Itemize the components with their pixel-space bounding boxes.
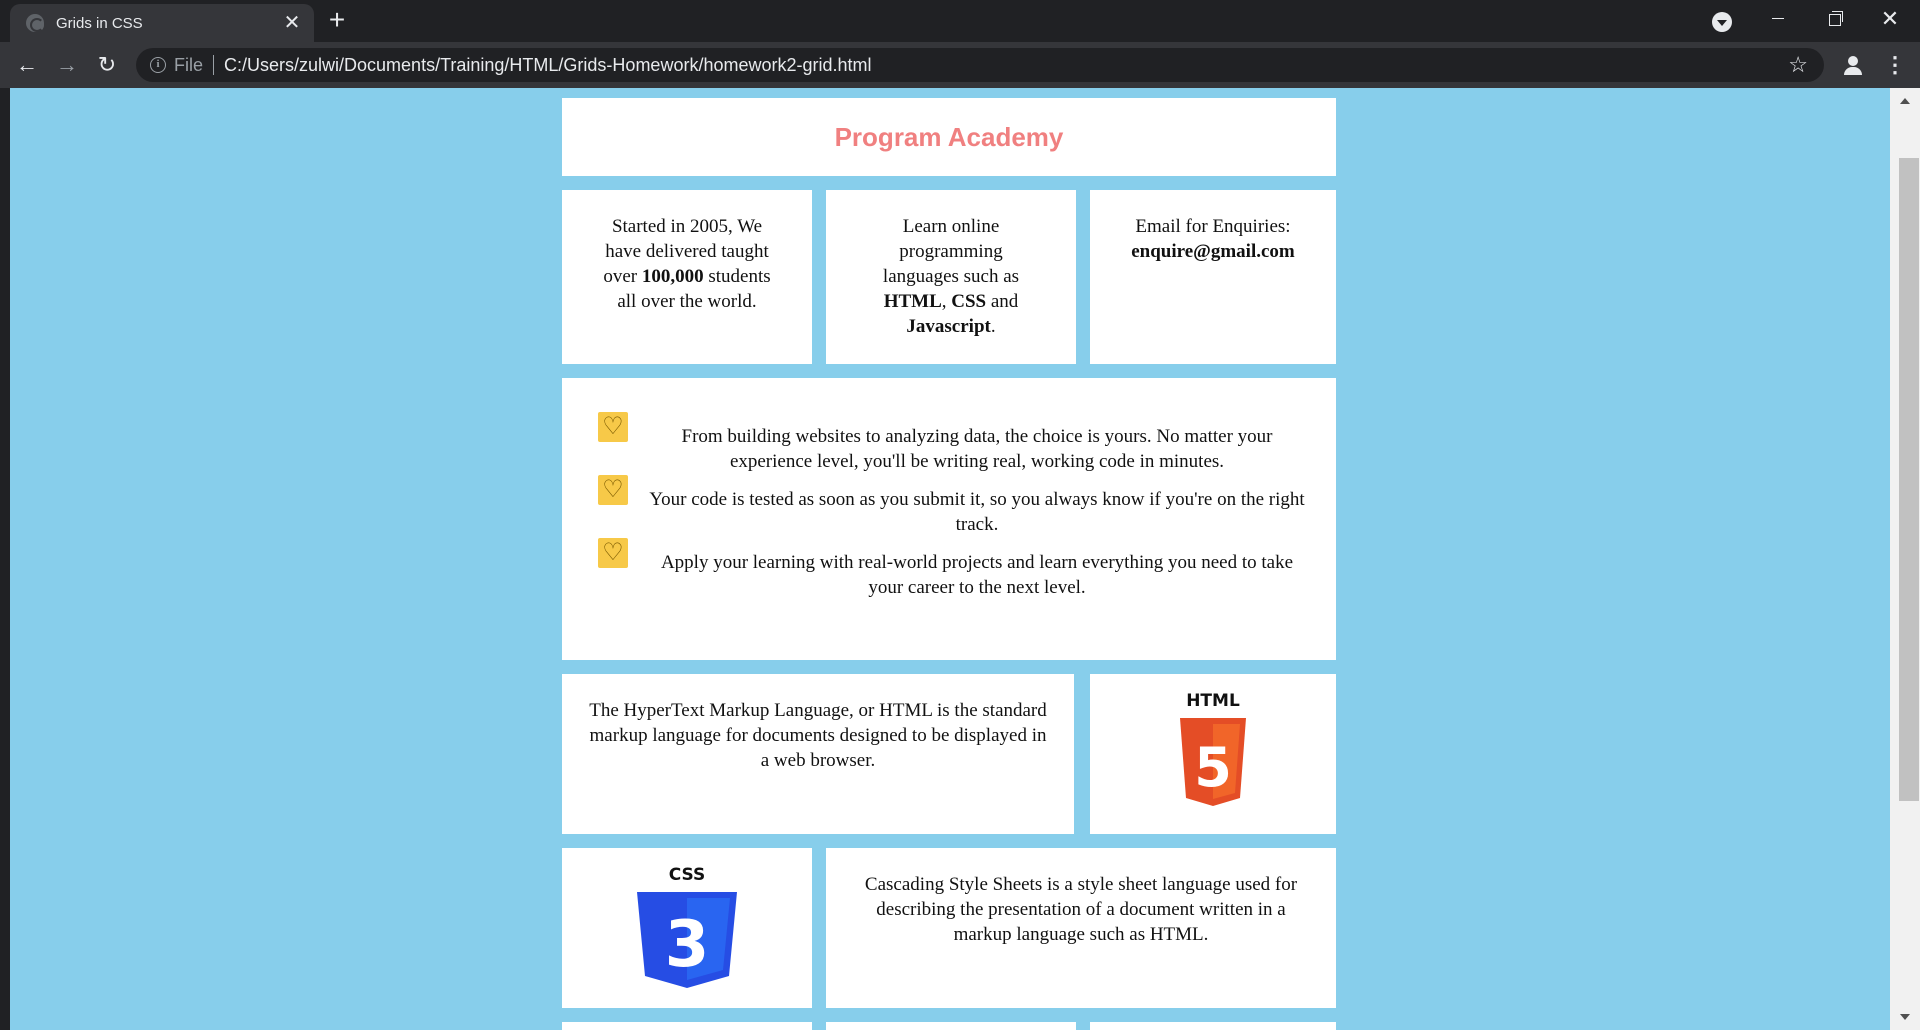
html5-logo: HTML 5 [1180,691,1246,806]
bottom-box [826,1022,1076,1030]
page-title: Program Academy [834,122,1064,152]
html-logo-caption: HTML [1186,691,1240,711]
account-body [1844,67,1862,75]
tab-search-icon[interactable] [1712,12,1732,32]
html-description-box: The HyperText Markup Language, or HTML i… [562,674,1074,834]
email-address[interactable]: enquire@gmail.com [1131,241,1295,262]
features-box: ♡ From building websites to analyzing da… [562,378,1336,660]
account-head [1848,56,1858,66]
css3-logo: CSS 3 [637,865,737,988]
css-description-box: Cascading Style Sheets is a style sheet … [826,848,1336,1008]
forward-button[interactable]: → [52,50,82,80]
css-description: Cascading Style Sheets is a style sheet … [864,874,1298,945]
close-window-button[interactable]: ✕ [1862,0,1918,40]
minimize-button[interactable] [1750,0,1806,40]
heart-icon: ♡ [598,412,628,442]
feature-text: Your code is tested as soon as you submi… [649,489,1305,535]
info2-period: . [990,316,996,337]
feature-item: ♡ From building websites to analyzing da… [598,412,1312,474]
vertical-scrollbar[interactable] [1890,88,1920,1030]
html-logo-numeral: 5 [1194,736,1232,799]
html-description: The HyperText Markup Language, or HTML i… [589,700,1047,771]
address-bar[interactable]: i File C:/Users/zulwi/Documents/Training… [136,48,1824,82]
scroll-up-arrow-icon[interactable] [1900,98,1910,104]
tab-title: Grids in CSS [56,14,143,32]
account-icon[interactable] [1838,50,1868,80]
heart-icon: ♡ [598,538,628,568]
info2-comma: , [941,291,952,312]
email-label: Email for Enquiries: [1135,216,1291,237]
reload-button[interactable]: ↻ [92,50,122,80]
feature-item: ♡ Your code is tested as soon as you sub… [598,475,1312,537]
info2-and: and [986,291,1019,312]
new-tab-button[interactable]: + [322,6,352,36]
info-icon[interactable]: i [150,57,166,73]
info2-javascript: Javascript [906,316,991,337]
info-box-history: Started in 2005, We have delivered taugh… [562,190,812,364]
header-box: Program Academy [562,98,1336,176]
page-viewport: Program Academy Started in 2005, We have… [10,88,1890,1030]
css-logo-caption: CSS [669,865,706,885]
css-logo-numeral: 3 [665,908,710,982]
bottom-box [562,1022,812,1030]
heart-icon: ♡ [598,475,628,505]
html-logo-box: HTML 5 [1090,674,1336,834]
scroll-thumb[interactable] [1899,158,1919,801]
feature-text: From building websites to analyzing data… [681,426,1273,472]
info-box-email: Email for Enquiries: enquire@gmail.com [1090,190,1336,364]
info2-text: Learn online programming languages such … [882,216,1020,287]
scroll-down-arrow-icon[interactable] [1900,1014,1910,1020]
divider [213,55,215,75]
bottom-box [1090,1022,1336,1030]
back-button[interactable]: ← [12,50,42,80]
browser-toolbar: ← → ↻ i File C:/Users/zulwi/Documents/Tr… [0,42,1920,88]
url-text[interactable]: C:/Users/zulwi/Documents/Training/HTML/G… [224,55,872,76]
info-box-languages: Learn online programming languages such … [826,190,1076,364]
feature-text: Apply your learning with real-world proj… [660,552,1294,598]
info1-number: 100,000 [641,266,704,287]
star-icon[interactable]: ☆ [1788,52,1808,78]
globe-icon [26,14,44,32]
css-logo-box: CSS 3 [562,848,812,1008]
info2-css: CSS [951,291,987,312]
feature-item: ♡ Apply your learning with real-world pr… [598,538,1312,600]
close-tab-icon[interactable]: ✕ [280,11,304,35]
menu-icon[interactable]: ⋮ [1880,50,1910,80]
restore-button[interactable] [1806,0,1862,40]
tab-grids-in-css[interactable]: Grids in CSS ✕ [10,4,314,42]
tab-strip: Grids in CSS ✕ + ✕ [0,0,1920,42]
file-label: File [174,54,204,75]
info2-html: HTML [883,291,942,312]
